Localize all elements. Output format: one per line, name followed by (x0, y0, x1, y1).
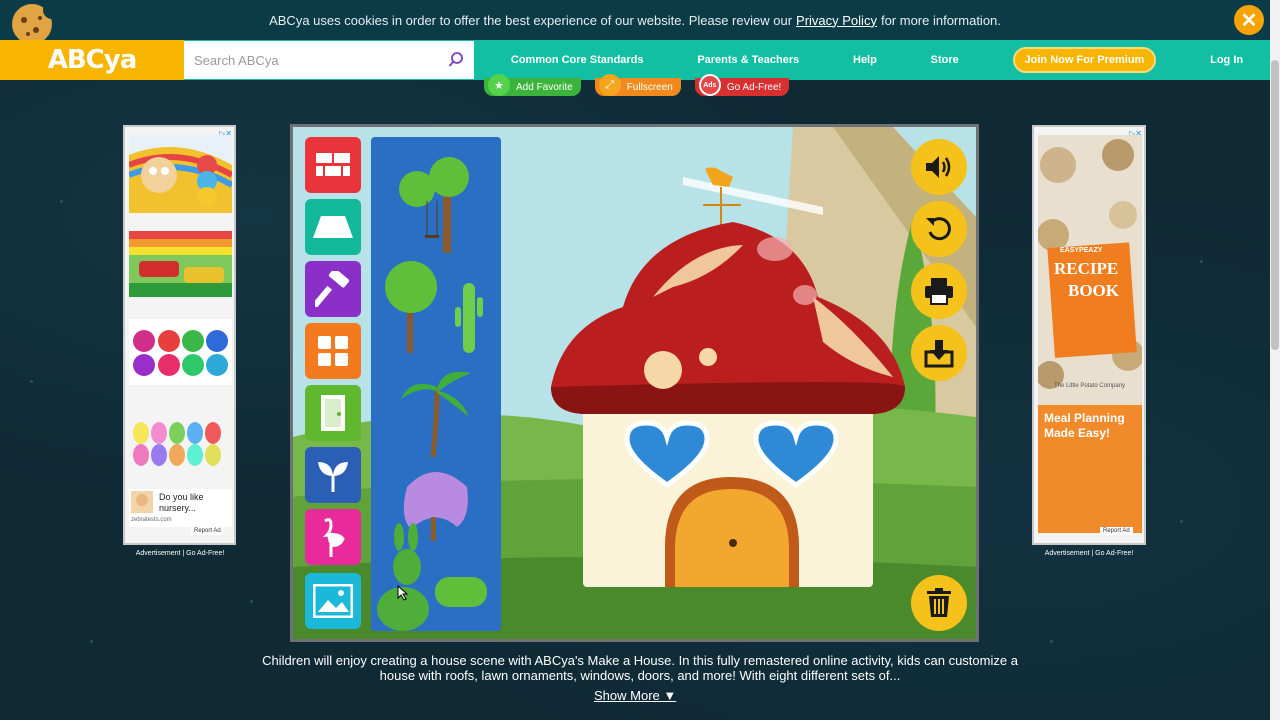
print-icon[interactable] (911, 263, 967, 319)
add-favorite-label: Add Favorite (516, 81, 573, 93)
fullscreen-button[interactable]: ⤢ Fullscreen (594, 74, 681, 96)
hammer-icon[interactable] (305, 261, 361, 317)
swing-tree-item[interactable] (399, 157, 469, 253)
cactus-item[interactable] (455, 283, 483, 353)
right-ad-caption[interactable]: Advertisement | Go Ad-Free! (1024, 550, 1154, 557)
ad-headline: Do you like nursery... (159, 492, 204, 513)
ad-image-cars[interactable] (129, 231, 232, 297)
cookie-icon (12, 2, 61, 40)
cookie-text: ABCya uses cookies in order to offer the… (269, 12, 793, 28)
recipe-ad-image[interactable] (1038, 135, 1142, 533)
item-panel (371, 137, 501, 631)
ad-image-eggs[interactable] (129, 411, 232, 471)
picture-icon[interactable] (305, 573, 361, 629)
report-ad-link[interactable]: Report Ad (1100, 527, 1133, 535)
left-ad-caption[interactable]: Advertisement | Go Ad-Free! (115, 550, 245, 557)
join-premium-button[interactable]: Join Now For Premium (1012, 47, 1157, 73)
door-icon[interactable] (305, 385, 361, 441)
navbar: ABCya Common Core Standards Parents & Te… (0, 40, 1270, 80)
report-ad-link[interactable]: Report Ad (191, 527, 224, 535)
left-advertisement[interactable]: ▷✕ Do you like nursery... zebratests.com… (123, 125, 236, 545)
go-ad-free-label: Go Ad-Free! (726, 81, 782, 93)
ad-domain: zebratests.com (131, 517, 172, 523)
book-brand: EASYPEAZY (1060, 247, 1103, 254)
mouse-cursor (397, 585, 409, 601)
bunny-topiary-item[interactable] (377, 523, 429, 631)
undo-icon[interactable] (911, 201, 967, 257)
download-icon[interactable] (911, 325, 967, 381)
bricks-icon[interactable] (305, 137, 361, 193)
tree-item[interactable] (385, 261, 437, 353)
search-box (184, 41, 474, 79)
company-name: The Little Potato Company (1054, 383, 1126, 389)
trash-icon[interactable] (911, 575, 967, 631)
show-more-link[interactable]: Show More ▼ (594, 688, 676, 703)
go-ad-free-button[interactable]: Ads Go Ad-Free! (694, 74, 790, 96)
star-icon: ★ (488, 74, 510, 96)
fullscreen-icon: ⤢ (598, 74, 621, 96)
cookie-text-after: for more information. (880, 12, 1001, 28)
ad-image-toys[interactable] (129, 319, 232, 385)
speaker-icon[interactable] (911, 139, 967, 195)
window-icon[interactable] (305, 323, 361, 379)
ad-image-candy[interactable] (129, 135, 232, 213)
nav-store[interactable]: Store (931, 54, 959, 66)
ad-headline: Meal Planning Made Easy! (1044, 411, 1125, 440)
nav-common-core[interactable]: Common Core Standards (511, 54, 644, 66)
book-title-2: BOOK (1068, 281, 1120, 300)
no-ads-icon: Ads (698, 74, 721, 96)
cookie-banner: ABCya uses cookies in order to offer the… (0, 0, 1270, 40)
nav-parents-teachers[interactable]: Parents & Teachers (697, 54, 799, 66)
ad-text-block[interactable]: Do you like nursery... zebratests.com (129, 489, 232, 527)
game-description: Children will enjoy creating a house sce… (262, 653, 1018, 683)
search-icon[interactable] (448, 52, 464, 68)
plant-icon[interactable] (305, 447, 361, 503)
caret-down-icon: ▼ (663, 688, 677, 703)
nav-links: Common Core Standards Parents & Teachers… (474, 40, 1270, 80)
page-scrollbar[interactable] (1270, 0, 1280, 720)
logo-text: ABCya (47, 45, 138, 75)
game-actions: ★ Add Favorite ⤢ Fullscreen Ads Go Ad-Fr… (484, 74, 790, 96)
privacy-policy-link[interactable]: Privacy Policy (796, 13, 877, 28)
logo[interactable]: ABCya (0, 40, 184, 80)
login-link[interactable]: Log In (1210, 54, 1243, 66)
fullscreen-label: Fullscreen (626, 81, 673, 93)
nav-help[interactable]: Help (853, 54, 877, 66)
game-canvas[interactable] (290, 124, 979, 642)
right-advertisement[interactable]: ▷✕ EASYPEAZY RECIPE BOOK The Little Pota… (1032, 125, 1146, 545)
scrollbar-thumb[interactable] (1271, 60, 1279, 350)
show-more-label: Show More (594, 688, 660, 703)
ad-thumbnail (131, 491, 153, 513)
close-icon[interactable]: ✕ (1234, 5, 1264, 35)
search-input[interactable] (194, 52, 448, 68)
add-favorite-button[interactable]: ★ Add Favorite (484, 74, 581, 96)
flamingo-icon[interactable] (305, 509, 361, 565)
palm-tree-item[interactable] (401, 371, 471, 458)
hedge-item[interactable] (435, 577, 487, 607)
book-title-1: RECIPE (1054, 259, 1119, 278)
roof-icon[interactable] (305, 199, 361, 255)
